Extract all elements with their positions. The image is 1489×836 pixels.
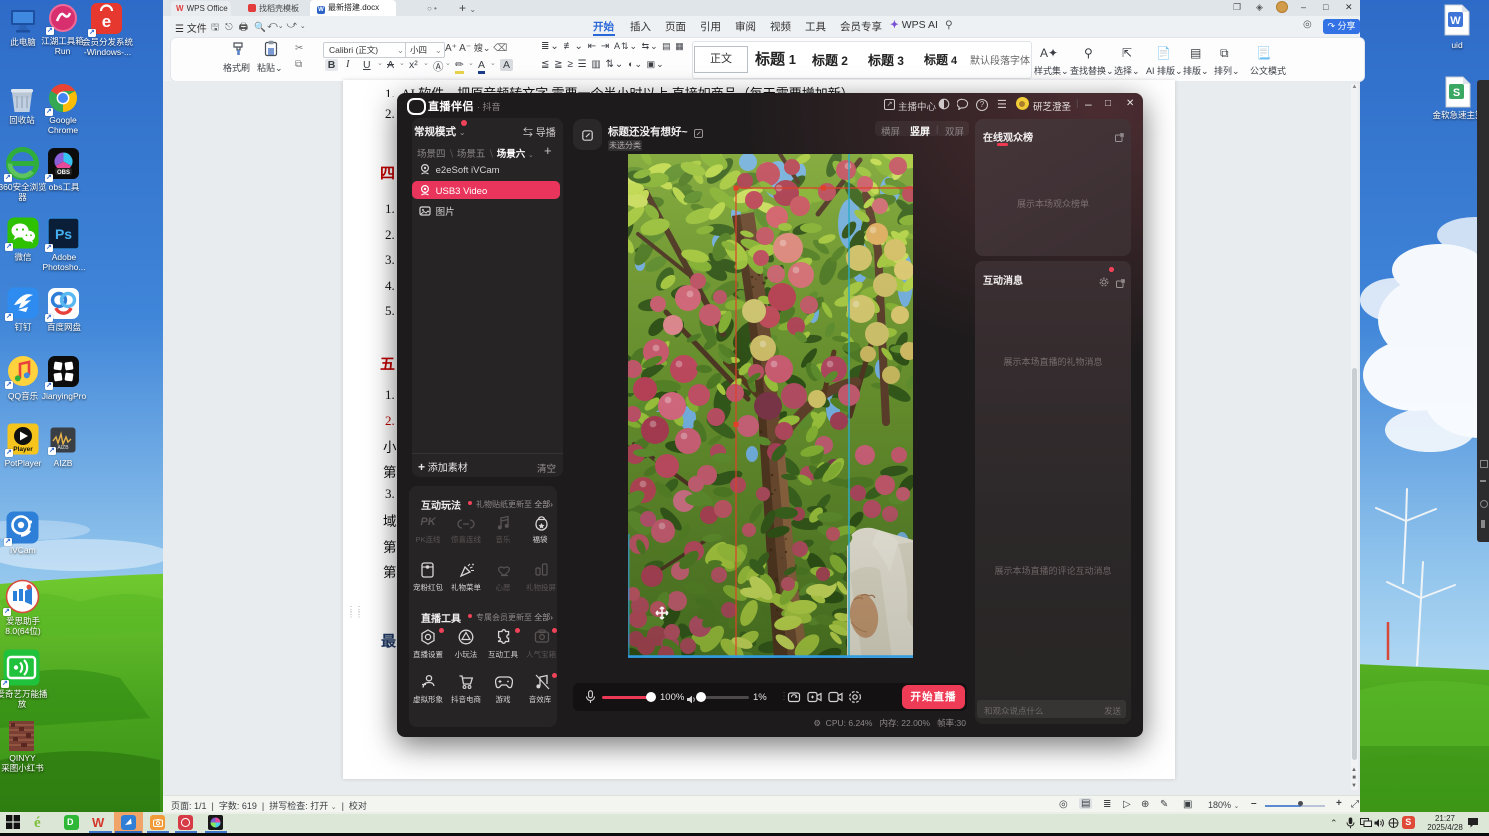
svg-text:Ps: Ps bbox=[55, 226, 72, 242]
svg-text:AIZB: AIZB bbox=[57, 445, 69, 451]
svg-text:e: e bbox=[102, 12, 111, 31]
svg-text:OBS: OBS bbox=[57, 170, 70, 176]
svg-text:Player: Player bbox=[13, 446, 33, 453]
svg-text:W: W bbox=[1450, 15, 1461, 27]
svg-text:S: S bbox=[1453, 87, 1460, 99]
